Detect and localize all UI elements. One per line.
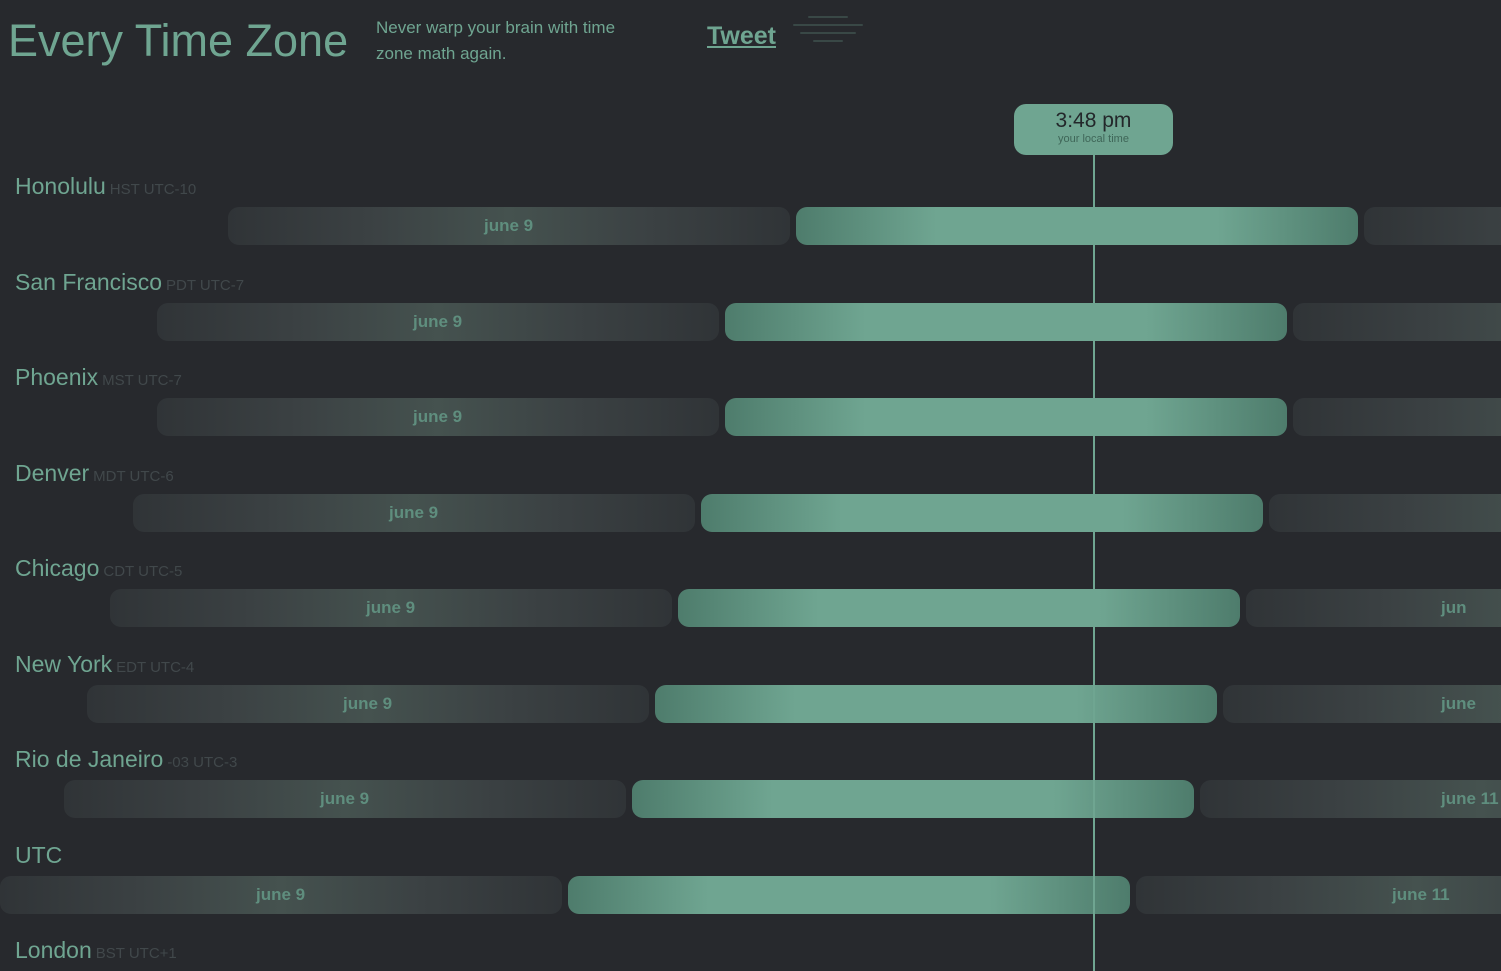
day-bar[interactable] (568, 876, 1130, 914)
zone-abbreviation: CDT UTC-5 (103, 563, 183, 580)
day-label: june 9 (484, 216, 534, 235)
day-bar[interactable] (632, 780, 1194, 818)
day-bar[interactable] (701, 494, 1263, 532)
day-bar[interactable]: june 9 (133, 494, 695, 532)
day-label: june 9 (389, 503, 439, 522)
city-name: Denver (15, 460, 90, 486)
city-name: UTC (15, 842, 63, 868)
city-name: Honolulu (15, 173, 106, 199)
day-label: june 9 (413, 312, 463, 331)
zone-abbreviation: BST UTC+1 (95, 945, 177, 962)
day-bar[interactable]: june 9 (87, 685, 649, 723)
local-time-badge[interactable]: 3:48 pm your local time (1014, 104, 1173, 155)
day-bar[interactable]: june 11 (1200, 780, 1501, 818)
timezone-name: Honolulu HST UTC-10 (15, 172, 196, 204)
timezone-name: Chicago CDT UTC-5 (15, 554, 182, 586)
zone-abbreviation: EDT UTC-4 (116, 659, 195, 676)
day-label: june 9 (320, 789, 370, 808)
zone-abbreviation: PDT UTC-7 (166, 277, 245, 294)
city-name: San Francisco (15, 269, 163, 295)
day-label: june 9 (366, 598, 416, 617)
day-bar[interactable]: june 9 (110, 589, 672, 627)
day-label: june 9 (256, 885, 306, 904)
time-zone-page: Every Time Zone Never warp your brain wi… (0, 0, 1501, 971)
day-label: jun (1441, 598, 1467, 617)
day-bar[interactable] (1364, 207, 1501, 245)
site-title: Every Time Zone (8, 15, 349, 66)
day-bar[interactable] (796, 207, 1358, 245)
day-bar[interactable]: june 9 (157, 398, 719, 436)
timezone-name: San Francisco PDT UTC-7 (15, 268, 244, 300)
day-bar[interactable] (1293, 398, 1501, 436)
day-label: june 9 (343, 694, 393, 713)
day-bar[interactable]: june 11 (1136, 876, 1501, 914)
zone-abbreviation: MDT UTC-6 (93, 468, 174, 485)
day-bar[interactable]: june 9 (0, 876, 562, 914)
day-label: june (1441, 694, 1476, 713)
city-name: Rio de Janeiro (15, 746, 164, 772)
day-bar[interactable]: june 9 (228, 207, 790, 245)
day-bar[interactable] (725, 303, 1287, 341)
timezone-name: Phoenix MST UTC-7 (15, 363, 182, 395)
day-bar[interactable] (1269, 494, 1501, 532)
city-name: Phoenix (15, 364, 99, 390)
day-label: june 9 (413, 407, 463, 426)
day-bar[interactable]: june 9 (64, 780, 626, 818)
faded-logo-icon (786, 10, 870, 48)
day-bar[interactable] (1293, 303, 1501, 341)
timezone-name: London BST UTC+1 (15, 936, 177, 968)
local-time-label: your local time (1058, 133, 1129, 145)
day-bar[interactable]: june 9 (157, 303, 719, 341)
city-name: New York (15, 651, 113, 677)
timezone-name: New York EDT UTC-4 (15, 650, 194, 682)
day-bar[interactable] (678, 589, 1240, 627)
day-bar[interactable] (655, 685, 1217, 723)
day-label: june 11 (1392, 885, 1450, 904)
timezone-name: Rio de Janeiro -03 UTC-3 (15, 745, 237, 777)
day-bar[interactable]: jun (1246, 589, 1501, 627)
zone-abbreviation: HST UTC-10 (109, 181, 197, 198)
tagline: Never warp your brain with time zone mat… (376, 18, 616, 63)
day-bar[interactable] (725, 398, 1287, 436)
timezone-name: UTC (15, 841, 66, 873)
day-bar[interactable]: june (1223, 685, 1501, 723)
local-time: 3:48 pm (1055, 109, 1132, 132)
timezone-name: Denver MDT UTC-6 (15, 459, 174, 491)
city-name: Chicago (15, 555, 100, 581)
tweet-link[interactable]: Tweet (707, 20, 776, 52)
current-time-line (1093, 140, 1095, 971)
city-name: London (15, 937, 92, 963)
day-label: june 11 (1441, 789, 1499, 808)
zone-abbreviation: -03 UTC-3 (167, 754, 238, 771)
zone-abbreviation: MST UTC-7 (102, 372, 182, 389)
